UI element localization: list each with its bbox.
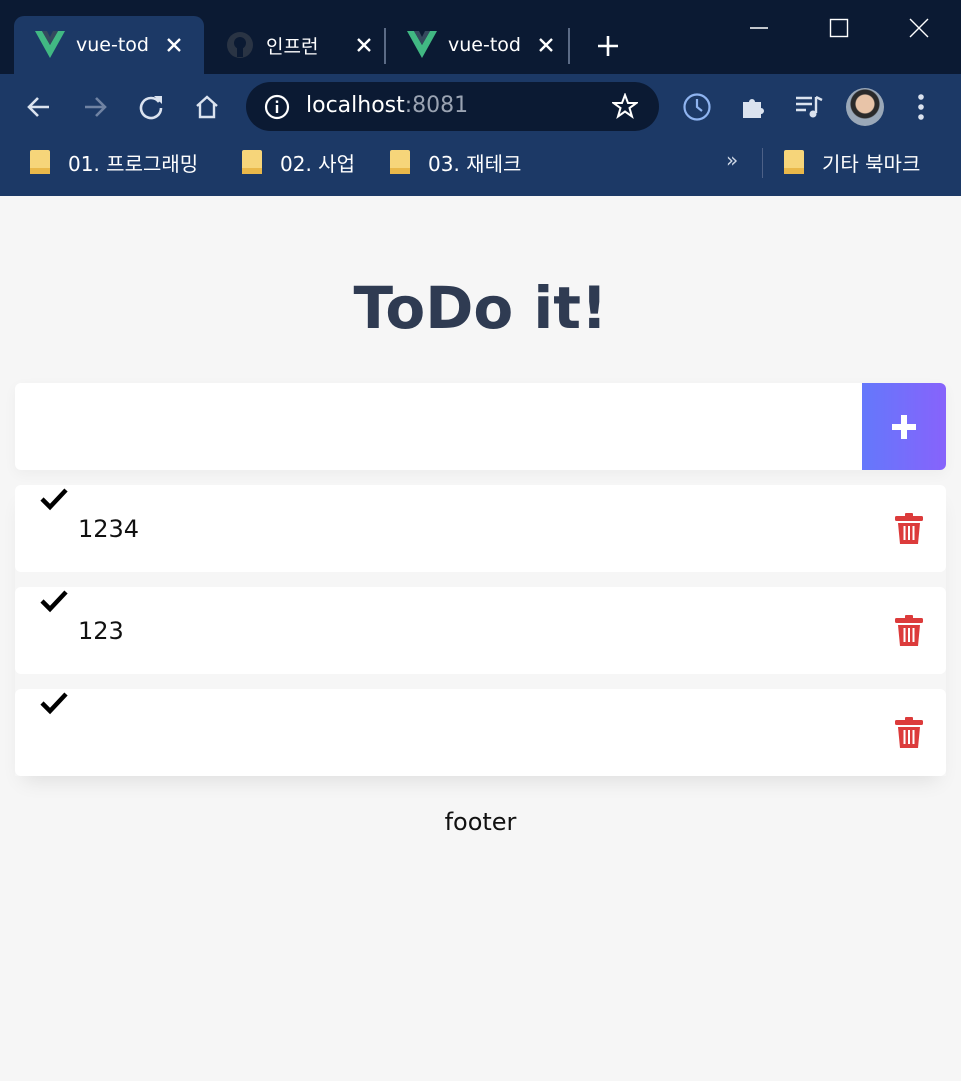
close-tab-icon[interactable] bbox=[352, 33, 376, 57]
trash-icon[interactable] bbox=[895, 513, 923, 549]
menu-button[interactable] bbox=[901, 87, 941, 127]
bookmark-label: 01. 프로그래밍 bbox=[68, 151, 199, 176]
bookmarks-bar: 01. 프로그래밍 02. 사업 03. 재테크 기타 북마크 bbox=[0, 140, 961, 184]
folder-icon bbox=[30, 150, 50, 174]
tab-title: 인프런 bbox=[266, 35, 319, 58]
minimize-button[interactable] bbox=[739, 8, 779, 48]
url-port: :8081 bbox=[404, 93, 469, 118]
app-title: ToDo it! bbox=[353, 274, 608, 342]
tab-title: vue-todo bbox=[76, 34, 150, 56]
new-tab-button[interactable] bbox=[590, 28, 626, 64]
close-tab-icon[interactable] bbox=[162, 33, 186, 57]
tab-title: vue-todo bbox=[448, 34, 522, 56]
bookmarks-overflow-button[interactable]: » bbox=[726, 148, 738, 172]
other-bookmarks-folder[interactable]: 기타 북마크 bbox=[784, 140, 920, 184]
todo-item bbox=[15, 689, 946, 776]
maximize-icon bbox=[829, 18, 849, 38]
vue-logo-icon bbox=[406, 29, 438, 61]
maximize-button[interactable] bbox=[819, 8, 859, 48]
github-icon bbox=[224, 29, 256, 61]
tab-separator bbox=[568, 28, 570, 64]
tab-vue-todo[interactable]: vue-todo bbox=[386, 16, 568, 74]
todo-item: 123 bbox=[15, 587, 946, 674]
todo-item: 1234 bbox=[15, 485, 946, 572]
folder-icon bbox=[390, 150, 410, 174]
profile-avatar[interactable] bbox=[846, 88, 884, 126]
close-tab-icon[interactable] bbox=[534, 33, 558, 57]
trash-icon[interactable] bbox=[895, 615, 923, 651]
todo-text: 1234 bbox=[78, 515, 140, 543]
bookmark-folder-business[interactable]: 02. 사업 bbox=[242, 140, 355, 184]
url-host: localhost bbox=[306, 93, 405, 118]
clock-icon bbox=[683, 93, 711, 121]
close-icon bbox=[909, 18, 929, 38]
back-button[interactable] bbox=[19, 87, 59, 127]
extensions-button[interactable] bbox=[733, 87, 773, 127]
playlist-music-icon bbox=[796, 95, 823, 118]
media-control-button[interactable] bbox=[789, 87, 829, 127]
check-icon[interactable] bbox=[39, 691, 69, 719]
puzzle-icon bbox=[743, 99, 764, 118]
check-icon[interactable] bbox=[39, 487, 69, 515]
kebab-menu-icon bbox=[918, 94, 924, 120]
todo-list: 1234 123 bbox=[15, 485, 946, 776]
tab-inflearn[interactable]: 인프런 bbox=[204, 16, 384, 74]
bookmark-label: 기타 북마크 bbox=[822, 151, 921, 176]
reload-button[interactable] bbox=[131, 87, 171, 127]
bookmark-folder-programming[interactable]: 01. 프로그래밍 bbox=[30, 140, 198, 184]
plus-icon bbox=[598, 36, 618, 56]
page-viewport: ToDo it! 1234 123 footer bbox=[0, 196, 961, 1081]
bookmark-folder-finance[interactable]: 03. 재테크 bbox=[390, 140, 521, 184]
tab-strip: vue-todo 인프런 vue-todo bbox=[0, 0, 961, 74]
close-window-button[interactable] bbox=[899, 8, 939, 48]
footer: footer bbox=[444, 808, 517, 836]
arrow-right-icon bbox=[85, 97, 107, 117]
check-icon[interactable] bbox=[39, 589, 69, 617]
url-text[interactable]: localhost:8081 bbox=[306, 93, 468, 118]
bookmark-label: 03. 재테크 bbox=[428, 151, 522, 176]
arrow-left-icon bbox=[27, 97, 49, 117]
browser-chrome: vue-todo 인프런 vue-todo bbox=[0, 0, 961, 196]
add-todo-button[interactable] bbox=[862, 383, 946, 470]
tab-vue-todo-active[interactable]: vue-todo bbox=[14, 16, 204, 74]
bookmarks-divider bbox=[762, 148, 763, 178]
bookmark-label: 02. 사업 bbox=[280, 151, 355, 176]
folder-icon bbox=[784, 150, 804, 174]
home-button[interactable] bbox=[187, 87, 227, 127]
reload-icon bbox=[139, 96, 163, 120]
history-extension-button[interactable] bbox=[677, 87, 717, 127]
todo-input-row bbox=[15, 383, 946, 470]
todo-input[interactable] bbox=[15, 383, 861, 470]
address-bar[interactable]: localhost:8081 bbox=[246, 82, 659, 131]
bookmark-star-icon[interactable] bbox=[610, 92, 640, 123]
trash-icon[interactable] bbox=[895, 717, 923, 753]
minimize-icon bbox=[750, 27, 768, 29]
forward-button[interactable] bbox=[75, 87, 115, 127]
home-icon bbox=[196, 95, 218, 119]
vue-logo-icon bbox=[34, 29, 66, 61]
info-icon[interactable] bbox=[264, 94, 290, 124]
todo-text: 123 bbox=[78, 617, 124, 645]
plus-icon bbox=[892, 414, 916, 439]
folder-icon bbox=[242, 150, 262, 174]
